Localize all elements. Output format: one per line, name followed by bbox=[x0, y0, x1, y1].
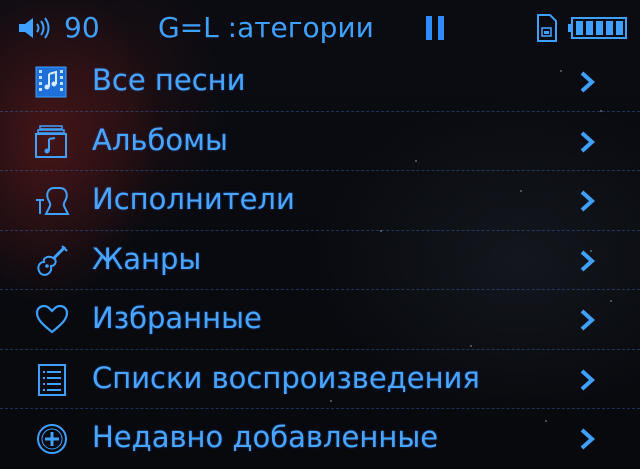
guitar-icon bbox=[34, 244, 70, 278]
chevron-right-icon bbox=[578, 189, 596, 213]
chevron-right-icon bbox=[578, 368, 596, 392]
menu-item-label: Альбомы bbox=[92, 122, 228, 157]
menu-item-label: Недавно добавленные bbox=[92, 420, 439, 454]
player-screen: 90 G=L :атегории Все песни Альбомы Испол… bbox=[0, 0, 640, 469]
menu-item-playlists[interactable]: Списки воспроизведения bbox=[0, 350, 640, 409]
menu-item-genres[interactable]: Жанры bbox=[0, 231, 640, 290]
chevron-right-icon bbox=[578, 308, 596, 332]
speaker-icon bbox=[18, 16, 58, 40]
menu-item-favorites[interactable]: Избранные bbox=[0, 290, 640, 350]
status-bar: 90 G=L :атегории bbox=[0, 0, 640, 52]
menu-item-label: Исполнители bbox=[92, 182, 295, 216]
battery-icon bbox=[568, 16, 628, 40]
menu-item-albums[interactable]: Альбомы bbox=[0, 112, 640, 171]
category-menu: Все песни Альбомы Исполнители Жанры Избр… bbox=[0, 52, 640, 469]
chevron-right-icon bbox=[578, 249, 596, 273]
menu-item-label: Избранные bbox=[92, 301, 262, 335]
chevron-right-icon bbox=[578, 427, 596, 451]
heart-icon bbox=[34, 303, 70, 337]
sd-card-icon bbox=[535, 14, 557, 42]
menu-item-recently-added[interactable]: Недавно добавленные bbox=[0, 409, 640, 469]
chevron-right-icon bbox=[578, 70, 596, 94]
volume-level: 90 bbox=[64, 11, 100, 44]
screen-title: G=L :атегории bbox=[158, 11, 374, 44]
menu-item-label: Жанры bbox=[92, 241, 202, 276]
pause-icon bbox=[424, 16, 446, 40]
menu-item-label: Все песни bbox=[92, 63, 246, 97]
menu-item-all-songs[interactable]: Все песни bbox=[0, 52, 640, 112]
plus-circle-icon bbox=[34, 422, 70, 456]
menu-item-artists[interactable]: Исполнители bbox=[0, 171, 640, 231]
chevron-right-icon bbox=[578, 130, 596, 154]
playlist-icon bbox=[34, 363, 70, 397]
song-list-icon bbox=[34, 65, 70, 99]
artist-icon bbox=[34, 184, 70, 218]
menu-item-label: Списки воспроизведения bbox=[92, 360, 480, 395]
album-icon bbox=[34, 124, 70, 159]
